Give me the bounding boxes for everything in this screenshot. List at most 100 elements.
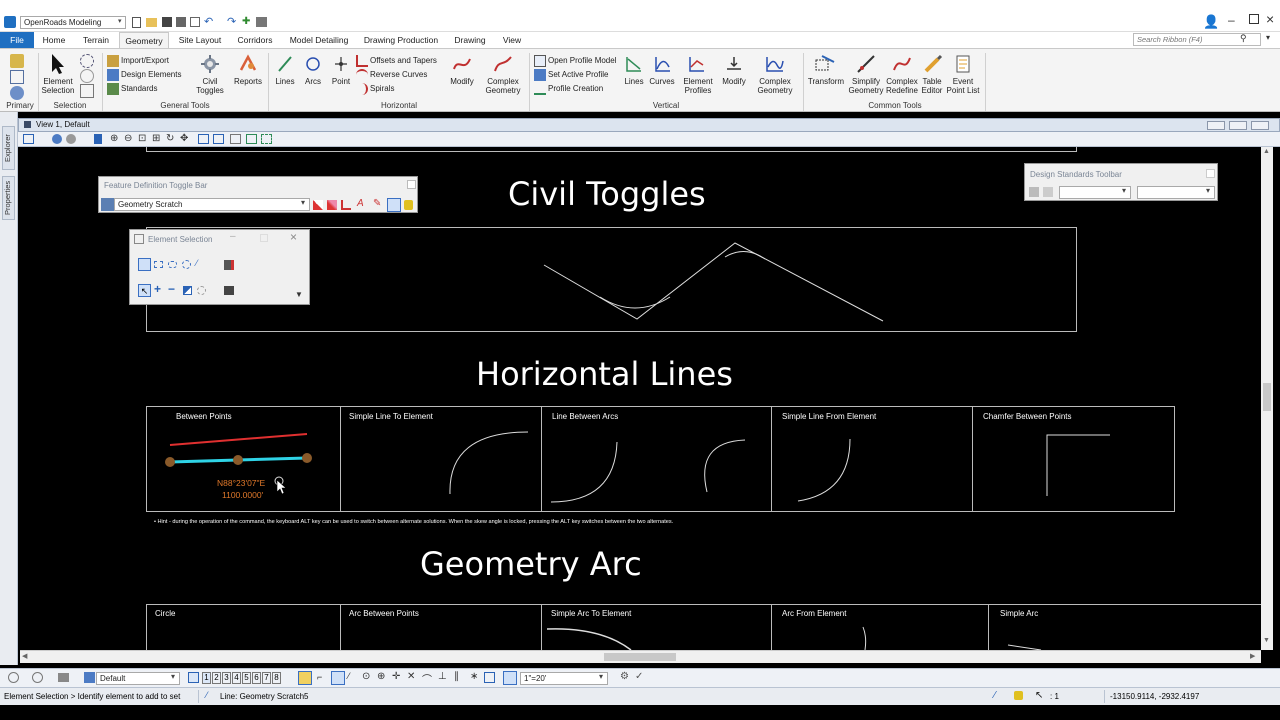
close-icon[interactable]: × (1266, 11, 1274, 27)
view-display-icon[interactable] (52, 134, 62, 144)
select-mode-icon[interactable] (80, 69, 94, 83)
tab-site-layout[interactable]: Site Layout (173, 32, 227, 48)
invert-selection-icon[interactable] (183, 286, 192, 295)
vertical-modify-button[interactable]: Modify (716, 77, 752, 86)
reports-button[interactable]: Reports (230, 77, 266, 86)
redo-icon[interactable]: ↷ (227, 15, 236, 28)
tab-model-detailing[interactable]: Model Detailing (284, 32, 354, 48)
chevron-down-icon[interactable]: ▾ (1206, 186, 1210, 195)
snap-tangent-icon[interactable]: ⌒ (422, 671, 432, 686)
snap-intersection-icon[interactable]: ✕ (407, 671, 415, 682)
tab-home[interactable]: Home (36, 32, 72, 48)
circle-select-icon[interactable] (182, 260, 191, 269)
snap-mode-icon-active[interactable] (298, 671, 312, 685)
horizontal-scrollbar[interactable]: ◀ ▶ (20, 650, 1261, 663)
open-folder-icon[interactable] (146, 18, 157, 27)
scroll-up-icon[interactable]: ▲ (1263, 148, 1270, 155)
rotate-view-icon[interactable]: ↻ (166, 133, 174, 144)
primary-tool-icon[interactable] (10, 54, 24, 68)
snap-point-icon[interactable]: ∗ (470, 671, 478, 682)
view-next-icon[interactable] (213, 134, 224, 144)
view-button[interactable]: 6 (252, 672, 261, 684)
view-button[interactable]: 2 (212, 672, 221, 684)
select-mode-icon[interactable] (80, 54, 94, 68)
new-file-icon[interactable] (132, 17, 141, 28)
level-dropdown[interactable]: Default (96, 672, 180, 685)
profile-creation-button[interactable]: Profile Creation (548, 84, 603, 93)
tab-view[interactable]: View (496, 32, 528, 48)
dialog-minimize-icon[interactable]: – (230, 231, 236, 242)
save-settings-icon[interactable] (176, 17, 186, 27)
accudraw-icon[interactable] (8, 672, 19, 683)
toggle-icon[interactable]: ✎ (373, 198, 381, 209)
select-mode-icon[interactable] (80, 84, 94, 98)
new-selection-icon[interactable]: ↖ (138, 284, 151, 297)
open-profile-model-button[interactable]: Open Profile Model (548, 56, 616, 65)
chevron-down-icon[interactable]: ▾ (301, 198, 305, 207)
chevron-down-icon[interactable]: ▾ (1122, 186, 1126, 195)
view-close-icon[interactable] (1251, 121, 1269, 130)
snap-bisector-icon[interactable]: ✛ (392, 671, 400, 682)
select-all-elements-icon[interactable] (224, 286, 234, 295)
vertical-scrollbar[interactable]: ▲ ▼ (1261, 147, 1273, 650)
toolbar-close-icon[interactable] (407, 180, 416, 189)
primary-tool-icon[interactable] (10, 70, 24, 84)
standards-button[interactable]: Standards (121, 84, 157, 93)
shape-select-icon[interactable] (168, 261, 177, 268)
vertical-complex-geometry-button[interactable]: Complex Geometry (752, 77, 798, 95)
pan-view-icon[interactable]: ✥ (180, 133, 188, 144)
view-maximize-icon[interactable] (1229, 121, 1247, 130)
point-button[interactable]: Point (326, 77, 356, 86)
horizontal-complex-geometry-button[interactable]: Complex Geometry (480, 77, 526, 95)
tab-terrain[interactable]: Terrain (76, 32, 116, 48)
toolbar-close-icon[interactable] (1206, 169, 1215, 178)
view-button[interactable]: 4 (232, 672, 241, 684)
complex-redefine-button[interactable]: Complex Redefine (883, 77, 921, 95)
view-groups-icon[interactable] (58, 673, 69, 682)
snap-keypoint-icon[interactable]: ⌐ (317, 672, 322, 682)
design-elements-button[interactable]: Design Elements (121, 70, 181, 79)
lock-status-icon[interactable] (1014, 691, 1023, 700)
set-active-profile-button[interactable]: Set Active Profile (548, 70, 608, 79)
view-menu-icon[interactable] (24, 121, 31, 128)
horizontal-modify-button[interactable]: Modify (444, 77, 480, 86)
snap-origin-icon[interactable]: ⊕ (377, 671, 385, 682)
clip-volume-icon[interactable] (246, 134, 257, 144)
vertical-curves-button[interactable]: Curves (646, 77, 678, 86)
accudraw-status-icon[interactable]: ⁄ (994, 690, 996, 701)
snap-center-icon[interactable]: ⊙ (362, 671, 370, 682)
view-button[interactable]: 8 (272, 672, 281, 684)
snap-perpendicular-icon[interactable]: ⊥ (438, 671, 447, 682)
table-editor-button[interactable]: Table Editor (917, 77, 947, 95)
select-all-icon[interactable] (197, 286, 206, 295)
zoom-in-icon[interactable]: ⊕ (110, 133, 118, 144)
ribbon-options-icon[interactable]: ▾ (1266, 33, 1270, 42)
horizontal-lines-button[interactable]: Lines (270, 77, 300, 86)
horizontal-arcs-button[interactable]: Arcs (298, 77, 328, 86)
expand-dialog-icon[interactable]: ▼ (295, 290, 303, 299)
view-lighting-icon[interactable] (66, 134, 76, 144)
clip-mask-icon[interactable] (261, 134, 272, 144)
undo-icon[interactable]: ↶ (204, 15, 213, 28)
spirals-button[interactable]: Spirals (370, 84, 394, 93)
minimize-icon[interactable]: – (1228, 13, 1235, 27)
add-selection-icon[interactable]: + (154, 282, 161, 296)
scroll-thumb[interactable] (604, 653, 676, 661)
civil-toggles-button[interactable]: Civil Toggles (191, 77, 229, 95)
import-export-button[interactable]: Import/Export (121, 56, 169, 65)
block-select-icon[interactable] (154, 261, 163, 268)
check-icon[interactable]: ✓ (635, 671, 643, 682)
search-icon[interactable]: ⚲ (1240, 33, 1247, 44)
view-previous-icon[interactable] (198, 134, 209, 144)
snap-nearest-icon-active[interactable] (331, 671, 345, 685)
view-minimize-icon[interactable] (1207, 121, 1225, 130)
pin-icon[interactable]: ✚ (242, 16, 250, 27)
scroll-thumb[interactable] (1263, 383, 1271, 411)
tab-properties[interactable]: Properties (2, 176, 15, 220)
scroll-down-icon[interactable]: ▼ (1263, 637, 1270, 644)
update-view-icon[interactable] (94, 134, 102, 144)
view-button[interactable]: 3 (222, 672, 231, 684)
tab-explorer[interactable]: Explorer (2, 126, 15, 170)
view-attributes-icon[interactable] (23, 134, 34, 144)
save-icon[interactable] (162, 17, 172, 27)
